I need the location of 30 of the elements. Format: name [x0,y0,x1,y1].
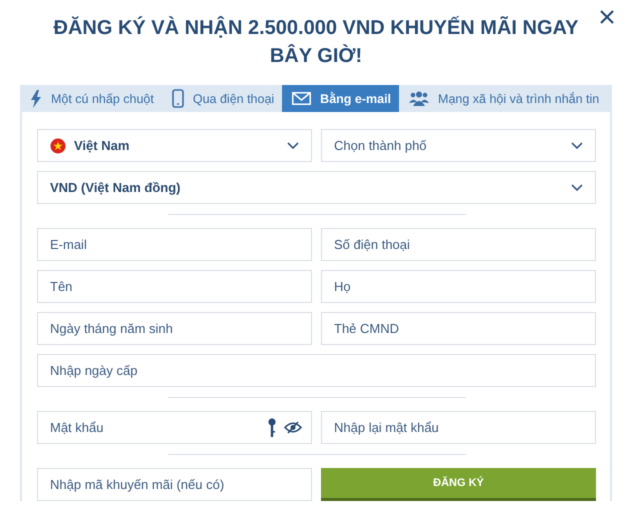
password-field[interactable]: Mật khẩu [37,411,312,444]
tab[interactable]: Một cú nhấp chuột [20,85,162,112]
input-field[interactable]: Ngày tháng năm sinh [37,312,312,345]
lightning-icon [30,90,42,108]
phone-icon [172,89,184,108]
tab[interactable]: Mạng xã hội và trình nhắn tin [399,85,608,112]
input-field[interactable]: Nhập lại mật khẩu [321,411,596,444]
eye-slash-icon[interactable] [284,421,302,434]
input-field[interactable]: Thẻ CMND [321,312,596,345]
city-select[interactable]: Chọn thành phố [321,129,596,162]
currency-select[interactable]: VND (Việt Nam đồng) [37,171,596,204]
tab[interactable]: Qua điện thoại [162,85,282,112]
chevron-down-icon [571,184,583,192]
input-field[interactable]: E-mail [37,228,312,261]
input-field[interactable]: Tên [37,270,312,303]
key-icon [268,418,276,438]
promo-code-field[interactable]: Nhập mã khuyến mãi (nếu có) [37,468,312,501]
input-field[interactable]: Số điện thoại [321,228,596,261]
flag-icon [50,138,66,154]
input-field[interactable]: Nhập ngày cấp [37,354,596,387]
country-select[interactable]: Việt Nam [37,129,312,162]
chevron-down-icon [287,142,299,150]
register-button[interactable]: ĐĂNG KÝ [321,468,596,501]
envelope-icon [292,92,312,105]
people-icon [409,91,430,106]
page-title: ĐĂNG KÝ VÀ NHẬN 2.500.000 VND KHUYẾN MÃI NGAY BÂY GIỜ! [52,15,580,69]
chevron-down-icon [571,142,583,150]
close-icon[interactable] [600,10,614,24]
input-field[interactable]: Họ [321,270,596,303]
tab[interactable]: Bằng e-mail [282,85,400,112]
